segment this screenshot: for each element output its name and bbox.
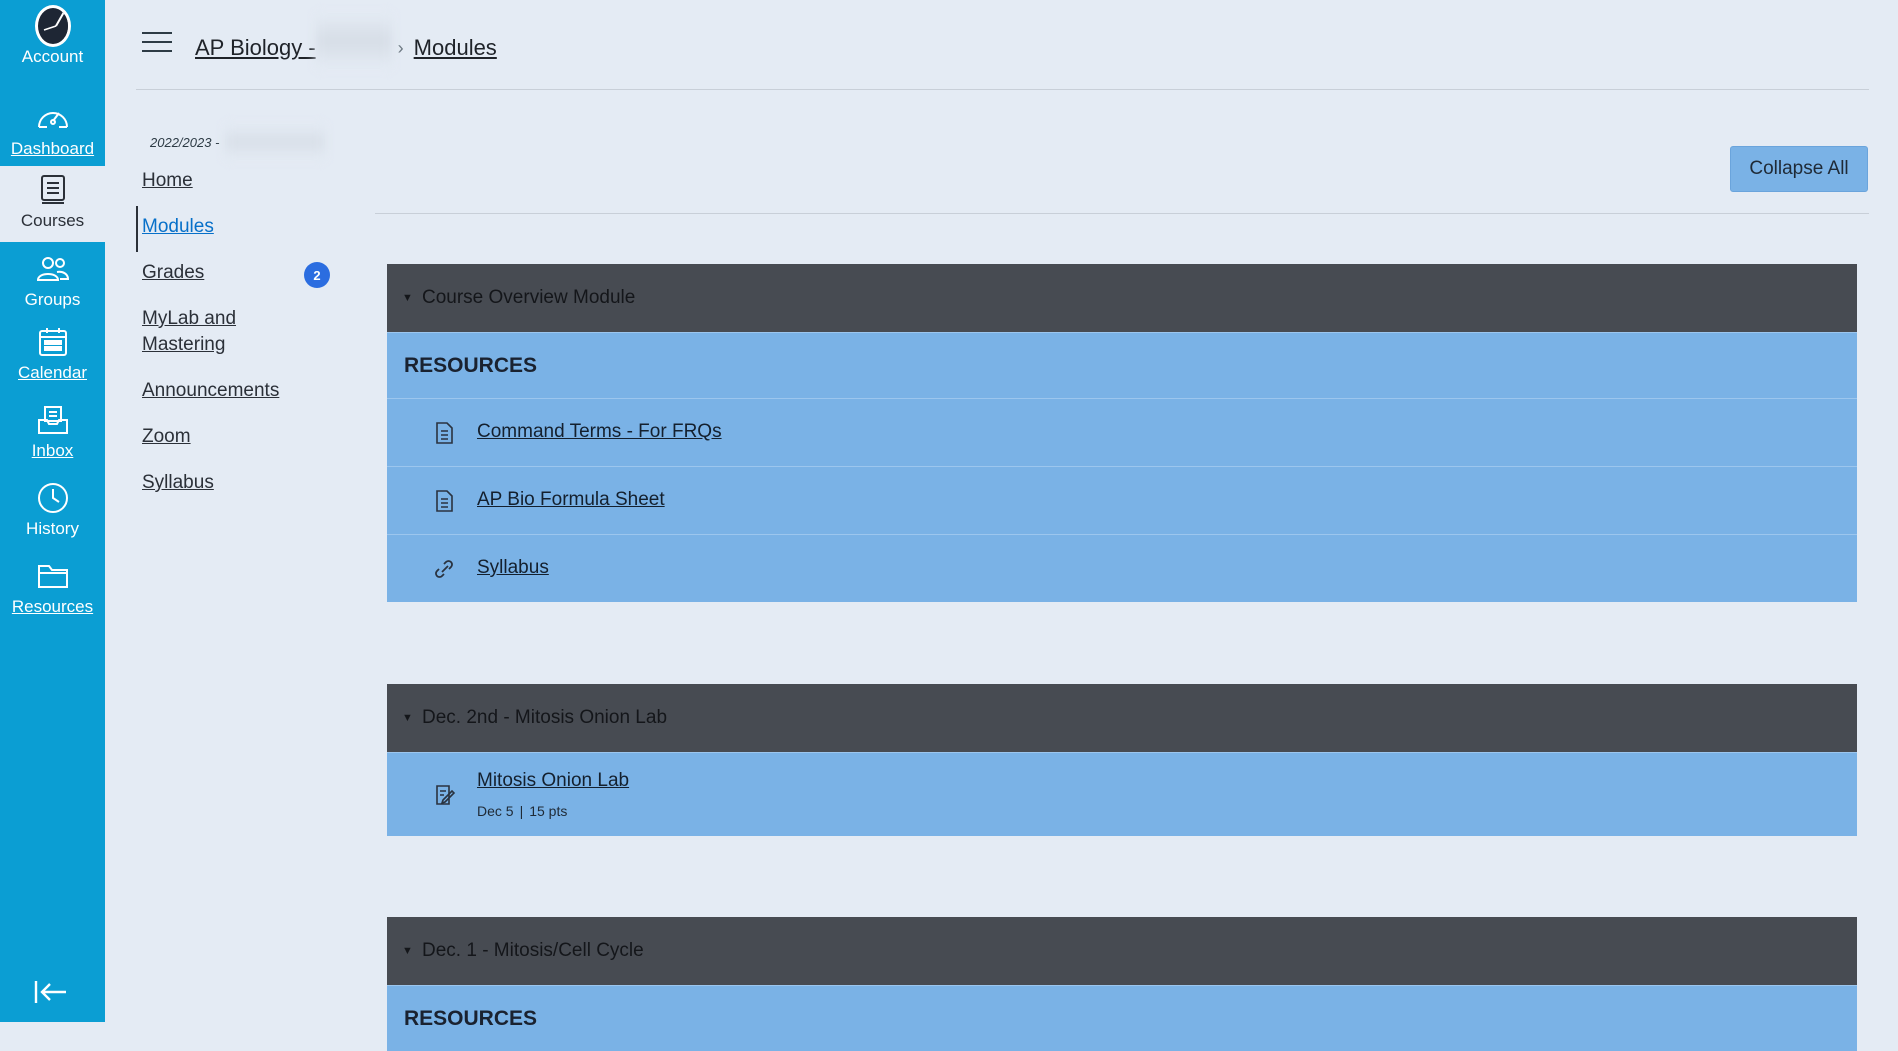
global-nav-inbox-label: Inbox (31, 441, 74, 460)
module-header[interactable]: ▼ Course Overview Module (387, 264, 1857, 332)
module-item-meta: Dec 5 | 15 pts (477, 803, 568, 819)
module-mitosis-cell-cycle: ▼ Dec. 1 - Mitosis/Cell Cycle RESOURCES (387, 917, 1857, 1051)
redacted-course-name (315, 13, 392, 69)
module-course-overview: ▼ Course Overview Module RESOURCES Comma… (387, 264, 1857, 602)
term-text: 2022/2023 - (150, 134, 220, 150)
module-title: Course Overview Module (422, 287, 636, 308)
module-mitosis-onion-lab: ▼ Dec. 2nd - Mitosis Onion Lab Mitosis O… (387, 684, 1857, 836)
collapse-all-button[interactable]: Collapse All (1730, 146, 1868, 192)
global-nav-account[interactable]: Account (0, 0, 105, 76)
inbox-icon (35, 402, 71, 438)
module-item[interactable]: Mitosis Onion Lab Dec 5 | 15 pts (387, 752, 1857, 836)
global-nav-history-label: History (26, 519, 79, 538)
page-icon (433, 421, 455, 445)
grades-count-badge: 2 (304, 262, 330, 288)
global-nav-inbox[interactable]: Inbox (0, 396, 105, 472)
module-header[interactable]: ▼ Dec. 2nd - Mitosis Onion Lab (387, 684, 1857, 752)
due-date: Dec 5 (477, 803, 514, 819)
module-item-title[interactable]: Syllabus (477, 557, 549, 579)
calendar-icon (35, 324, 71, 360)
global-nav-groups[interactable]: Groups (0, 245, 105, 321)
module-item-title[interactable]: AP Bio Formula Sheet (477, 489, 665, 511)
module-item[interactable]: Command Terms - For FRQs (387, 398, 1857, 466)
subheader-text: RESOURCES (404, 353, 538, 377)
page-icon (433, 489, 455, 513)
history-icon (35, 480, 71, 516)
global-nav-groups-label: Groups (24, 290, 81, 309)
subheader-text: RESOURCES (404, 1006, 538, 1030)
module-item[interactable]: AP Bio Formula Sheet (387, 466, 1857, 534)
course-nav-syllabus[interactable]: Syllabus (142, 470, 214, 496)
global-nav-resources-label: Resources (11, 597, 94, 616)
global-nav-courses-label: Courses (20, 211, 85, 230)
account-avatar-icon (34, 5, 71, 47)
breadcrumb-course-link[interactable]: AP Biology - (195, 35, 316, 61)
global-nav-courses[interactable]: Courses (0, 166, 105, 242)
chevron-right-icon: › (397, 37, 404, 58)
groups-icon (35, 251, 71, 287)
course-nav-announcements[interactable]: Announcements (142, 378, 279, 404)
folder-icon (35, 558, 71, 594)
global-nav: Account Dashboard Courses Groups Calenda… (0, 0, 105, 1022)
caret-down-icon: ▼ (402, 945, 413, 957)
breadcrumb-current[interactable]: Modules (414, 35, 497, 61)
module-title: Dec. 1 - Mitosis/Cell Cycle (422, 940, 644, 961)
hamburger-menu-icon[interactable] (142, 32, 172, 56)
module-item[interactable]: Syllabus (387, 534, 1857, 602)
module-item-title[interactable]: Command Terms - For FRQs (477, 421, 722, 443)
top-bar: AP Biology - › Modules (136, 0, 1869, 90)
global-nav-dashboard[interactable]: Dashboard (0, 94, 105, 170)
course-nav-home[interactable]: Home (142, 168, 193, 194)
module-subheader: RESOURCES (387, 985, 1857, 1051)
global-nav-dashboard-label: Dashboard (10, 139, 95, 158)
divider (375, 213, 1869, 214)
course-nav-mylab[interactable]: MyLab and Mastering (142, 306, 292, 358)
course-nav-grades[interactable]: Grades (142, 260, 204, 286)
points: 15 pts (529, 803, 568, 819)
module-title: Dec. 2nd - Mitosis Onion Lab (422, 707, 668, 728)
redacted-term-detail (225, 124, 326, 160)
term-label: 2022/2023 - (150, 124, 326, 160)
courses-icon (35, 172, 71, 208)
module-header[interactable]: ▼ Dec. 1 - Mitosis/Cell Cycle (387, 917, 1857, 985)
course-nav-modules[interactable]: Modules (142, 214, 214, 240)
active-indicator (136, 206, 138, 252)
global-nav-calendar[interactable]: Calendar (0, 318, 105, 394)
breadcrumb: AP Biology - › Modules (195, 13, 497, 69)
assignment-icon (433, 783, 456, 807)
link-icon (433, 557, 455, 581)
caret-down-icon: ▼ (402, 712, 413, 724)
dashboard-icon (35, 100, 71, 136)
global-nav-calendar-label: Calendar (18, 363, 87, 382)
global-nav-account-label: Account (21, 47, 84, 66)
collapse-nav-icon[interactable] (32, 975, 72, 1009)
module-subheader: RESOURCES (387, 332, 1857, 398)
global-nav-resources[interactable]: Resources (0, 552, 105, 628)
module-item-title[interactable]: Mitosis Onion Lab (477, 770, 629, 792)
global-nav-history[interactable]: History (0, 474, 105, 550)
course-nav-zoom[interactable]: Zoom (142, 424, 191, 450)
caret-down-icon: ▼ (402, 292, 413, 304)
